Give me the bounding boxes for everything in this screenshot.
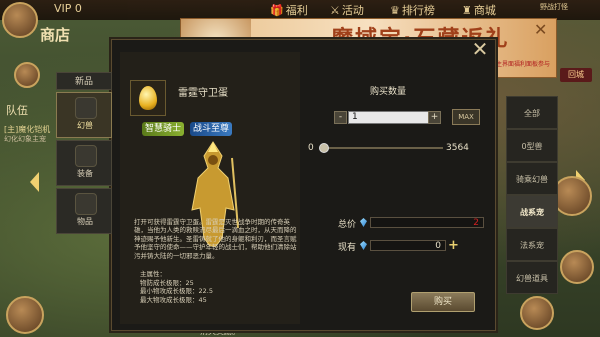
item-name: 雷霆守卫蛋 (178, 88, 228, 99)
filter-pet-items[interactable]: 幻兽道具 (506, 261, 558, 294)
filter-warrior-pet[interactable]: 战系宠 (506, 195, 558, 228)
max-button[interactable]: MAX (452, 109, 480, 125)
pet-tab-icon (75, 97, 97, 119)
tab-equipment-label: 装备 (77, 169, 93, 178)
decrease-button[interactable]: - (334, 111, 347, 124)
skill-slot-icon[interactable] (560, 250, 594, 284)
player-avatar[interactable] (2, 2, 38, 38)
skill-icon[interactable] (14, 62, 40, 88)
mall-button[interactable]: ♜ 商城 (462, 2, 496, 18)
skill-slot-2-icon[interactable] (520, 296, 554, 330)
top-hud-bar: VIP 0 🎁 福利 ⚔ 活动 ♛ 排行榜 ♜ 商城 野战打怪 (0, 0, 600, 20)
ranking-button[interactable]: ♛ 排行榜 (390, 2, 435, 18)
activity-label: 活动 (341, 4, 364, 17)
ranking-icon: ♛ (390, 3, 400, 17)
activity-icon: ⚔ (330, 3, 340, 17)
banner-close-icon[interactable]: ✕ (534, 22, 548, 38)
map-status: 野战打怪 (540, 2, 568, 12)
shop-label[interactable]: 商店 (40, 24, 70, 45)
trait-tag-wisdom: 智慧骑士 (142, 122, 185, 136)
equipment-tab-icon (75, 145, 97, 167)
total-price-label: 总价 (338, 220, 357, 230)
owned-value: 0 (370, 240, 446, 251)
slider-max-label: 3564 (446, 143, 469, 153)
quantity-input[interactable]: 1 (348, 111, 433, 124)
owned-label: 现有 (338, 243, 357, 253)
stat-line: 物防成长极限：25 (140, 278, 194, 287)
item-detail-pane: 雷霆守卫蛋 智慧骑士 战斗至尊 打开可获得雷霆守卫蛋。雷霆是灭世战争时期的传奇英… (120, 52, 300, 324)
item-stats: 主属性： 物防成长极限：25 最小物攻成长极限：22.5 最大物攻成长极限：45 (140, 270, 213, 304)
total-price-value: 2 (370, 217, 484, 228)
diamond-icon (360, 241, 367, 250)
filter-type0[interactable]: 0型兽 (506, 129, 558, 162)
item-thumbnail (130, 80, 166, 116)
tab-new[interactable]: 新品 (56, 72, 112, 90)
vip-badge[interactable]: VIP 0 (54, 2, 82, 15)
slider-track (325, 147, 443, 149)
vip-label: VIP 0 (54, 2, 82, 15)
welfare-label: 福利 (285, 4, 308, 17)
stat-line: 最大物攻成长极限：45 (140, 295, 207, 304)
gift-icon: 🎁 (270, 3, 284, 17)
stats-title: 主属性： (140, 270, 166, 278)
return-city-button[interactable]: 回城 (560, 68, 592, 82)
team-label[interactable]: 队伍 (6, 102, 28, 118)
slider-knob[interactable] (319, 143, 330, 153)
filter-mage-pet[interactable]: 法系宠 (506, 228, 558, 261)
filter-all[interactable]: 全部 (506, 96, 558, 129)
shop-modal: 新品 幻兽 装备 物品 雷霆守卫蛋 智慧骑士 战斗至尊 打开可获得雷霆守卫蛋。雷… (56, 39, 558, 331)
stat-line: 最小物攻成长极限：22.5 (140, 287, 213, 296)
tab-equipment[interactable]: 装备 (56, 140, 112, 186)
welfare-button[interactable]: 🎁 福利 (270, 2, 308, 18)
trait-tag-battle: 战斗至尊 (190, 122, 233, 136)
mall-icon: ♜ (462, 3, 472, 17)
increase-button[interactable]: + (428, 111, 441, 124)
tab-items-label: 物品 (77, 217, 93, 226)
slider-min-label: 0 (308, 143, 314, 153)
egg-icon (139, 86, 157, 110)
tab-pets[interactable]: 幻兽 (56, 92, 112, 138)
map-status-label: 野战打怪 (540, 3, 568, 11)
filter-mount[interactable]: 骑乘幻兽 (506, 162, 558, 195)
ranking-label: 排行榜 (401, 4, 435, 17)
arrow-left-icon[interactable] (30, 172, 39, 192)
tab-pets-label: 幻兽 (77, 121, 93, 130)
guild-sub-label: 幻化幻象主宠 (4, 135, 46, 143)
activity-button[interactable]: ⚔ 活动 (330, 2, 364, 18)
items-tab-icon (75, 193, 97, 215)
close-icon[interactable]: ✕ (471, 39, 489, 59)
mall-label: 商城 (473, 4, 496, 17)
quantity-title: 购买数量 (370, 87, 407, 97)
mount-icon[interactable] (6, 296, 44, 334)
attack-skill-icon[interactable] (552, 176, 592, 216)
item-description: 打开可获得雷霆守卫蛋。雷霆是灭世战争时期的传奇英雄，当他为人类的救赎流尽最后一滴… (134, 218, 297, 260)
buy-button[interactable]: 购买 (411, 292, 475, 312)
tab-items[interactable]: 物品 (56, 188, 112, 234)
add-currency-icon[interactable]: + (448, 239, 459, 252)
diamond-icon (360, 218, 367, 227)
